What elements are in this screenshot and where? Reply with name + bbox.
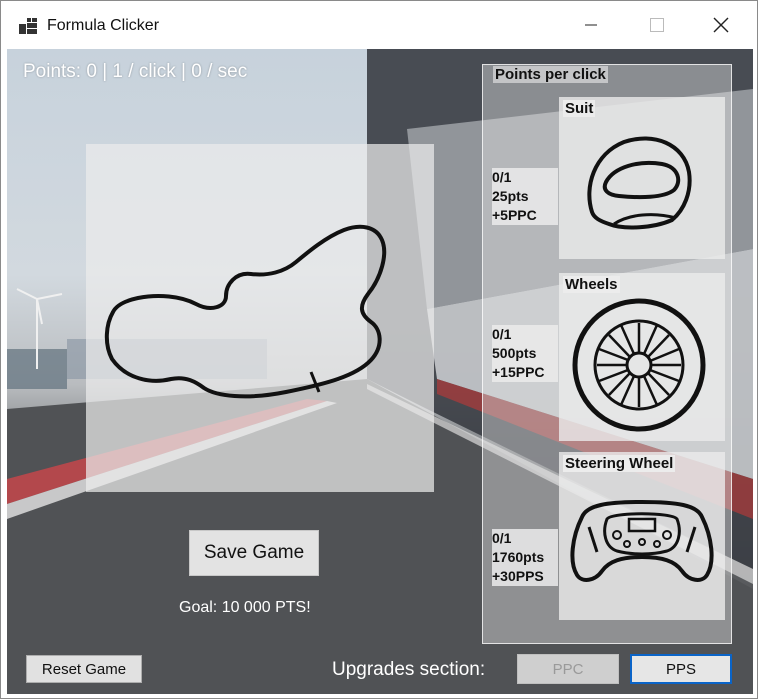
upgrade-card-suit[interactable]: Suit	[559, 97, 725, 259]
close-button[interactable]	[691, 1, 751, 49]
upgrade-cost: 500pts	[492, 345, 537, 361]
upgrade-name: Wheels	[563, 276, 620, 293]
goal-text: Goal: 10 000 PTS!	[179, 599, 311, 616]
upgrade-info-suit: 0/1 25pts +5PPC	[492, 168, 558, 225]
upgrade-owned: 0/1	[492, 169, 512, 185]
tab-pps[interactable]: PPS	[630, 654, 732, 684]
upgrade-cost: 1760pts	[492, 549, 545, 565]
app-window: Formula Clicker Points: 0 | 1 / click | …	[0, 0, 758, 699]
upgrades-section-label: Upgrades section:	[332, 659, 486, 680]
title-bar: Formula Clicker	[1, 1, 757, 49]
upgrade-panel: Points per click Suit 0/1 25pts +5PPC Wh…	[482, 64, 732, 644]
save-game-button[interactable]: Save Game	[189, 530, 319, 576]
track-click-target[interactable]	[86, 144, 434, 492]
upgrade-info-steering-wheel: 0/1 1760pts +30PPS	[492, 529, 558, 586]
helmet-icon	[587, 136, 692, 230]
upgrade-cost: 25pts	[492, 188, 529, 204]
panel-title: Points per click	[493, 66, 608, 83]
upgrade-bonus: +15PPC	[492, 364, 545, 380]
minimize-button[interactable]	[561, 1, 621, 49]
steering-wheel-icon	[570, 499, 714, 582]
app-icon	[19, 18, 37, 34]
maximize-icon	[650, 18, 664, 32]
upgrade-bonus: +5PPC	[492, 207, 537, 223]
minimize-icon	[585, 24, 597, 26]
points-counter: Points: 0 | 1 / click | 0 / sec	[23, 61, 248, 82]
tab-ppc[interactable]: PPC	[517, 654, 619, 684]
upgrade-card-wheels[interactable]: Wheels	[559, 273, 725, 441]
upgrade-card-steering-wheel[interactable]: Steering Wheel	[559, 452, 725, 620]
maximize-button[interactable]	[627, 1, 687, 49]
upgrade-name: Steering Wheel	[563, 455, 676, 472]
game-area: Points: 0 | 1 / click | 0 / sec Save Gam…	[7, 49, 753, 694]
upgrade-owned: 0/1	[492, 530, 512, 546]
upgrade-info-wheels: 0/1 500pts +15PPC	[492, 325, 558, 382]
upgrade-bonus: +30PPS	[492, 568, 544, 584]
race-track-icon	[104, 224, 387, 399]
upgrade-name: Suit	[563, 100, 596, 117]
wheel-icon	[572, 298, 706, 432]
upgrade-owned: 0/1	[492, 326, 512, 342]
window-title: Formula Clicker	[47, 17, 160, 34]
reset-game-button[interactable]: Reset Game	[26, 655, 142, 683]
close-icon	[713, 17, 729, 33]
